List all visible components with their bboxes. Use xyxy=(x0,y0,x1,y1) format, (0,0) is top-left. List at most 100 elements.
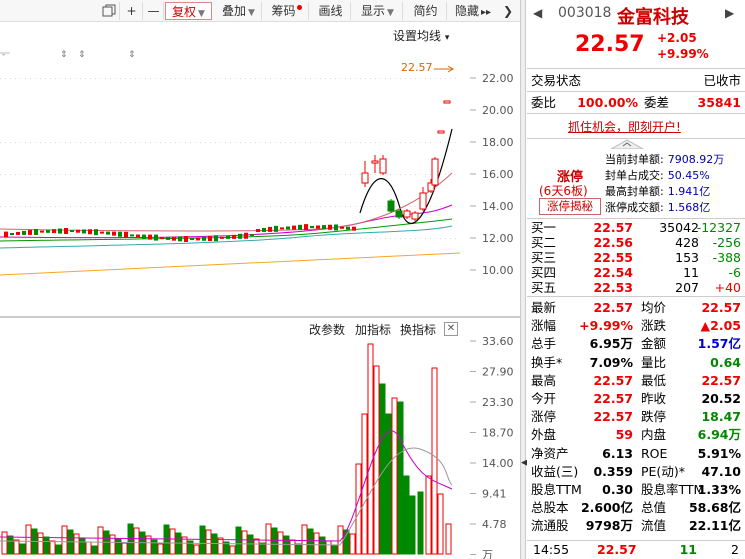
panel-toggle-button[interactable]: ❯ xyxy=(499,2,517,20)
fuquan-dropdown[interactable]: 复权 ▼ xyxy=(165,2,212,20)
y-tick-label: 14.00 xyxy=(482,457,514,470)
candle xyxy=(154,234,158,241)
y-tick-label: 14.00 xyxy=(482,200,514,213)
close-icon[interactable]: ✕ xyxy=(444,322,458,336)
stat-label: 跌停 xyxy=(641,409,667,425)
panel-splitter[interactable]: ◀ xyxy=(520,0,528,559)
volume-bar xyxy=(367,343,374,555)
yincang-button[interactable]: 隐藏 ▸▸ xyxy=(449,2,497,20)
orderbook-row[interactable]: 买四 22.54 11 -6 xyxy=(531,265,743,280)
recent-icon[interactable] xyxy=(98,2,120,20)
ma-settings-button[interactable]: 设置均线 ▾ xyxy=(393,27,449,44)
tick-row[interactable]: 14:55 22.57 11 2 xyxy=(531,541,743,559)
zoom-in-button[interactable]: + xyxy=(121,2,143,20)
orderbook-volume: 428 xyxy=(675,235,699,250)
y-tick-label: 9.41 xyxy=(482,488,507,501)
volume-bar xyxy=(259,542,266,555)
volume-bar xyxy=(61,525,68,555)
yincang-label: 隐藏 xyxy=(454,4,479,18)
add-indicator-button[interactable]: 加指标 xyxy=(355,321,391,338)
chevron-down-icon: ▼ xyxy=(198,9,205,19)
limit-turnover-value: 1.568亿 xyxy=(667,201,711,214)
stat-label: PE(动)* xyxy=(641,463,685,479)
seal-amount-label: 当前封单额: xyxy=(605,153,664,166)
candle xyxy=(160,237,164,240)
stat-value: 22.57 xyxy=(593,391,633,406)
candle xyxy=(22,230,26,235)
orderbook-row[interactable]: 买三 22.55 153 -388 xyxy=(531,250,743,265)
double-chevron-right-icon: ▸▸ xyxy=(480,7,492,18)
volume-bar xyxy=(205,529,212,555)
diejia-dropdown[interactable]: 叠加 ▼ xyxy=(216,2,262,20)
stat-label: 净资产 xyxy=(531,445,569,461)
price-marker: 22.57 xyxy=(401,61,433,74)
orderbook-volume: 153 xyxy=(675,250,699,265)
candle xyxy=(214,235,218,242)
change-params-button[interactable]: 改参数 xyxy=(309,321,345,338)
diejia-label: 叠加 xyxy=(222,4,247,18)
tick-volume: 11 xyxy=(679,542,697,557)
limit-up-reveal-button[interactable]: 涨停揭秘 xyxy=(539,198,601,215)
stats-row: 净资产 6.13 ROE 5.91% xyxy=(531,445,743,463)
orderbook-price: 22.55 xyxy=(593,250,633,265)
swap-indicator-button[interactable]: 换指标 xyxy=(400,321,436,338)
xianshi-dropdown[interactable]: 显示 ▼ xyxy=(353,2,403,20)
volume-bar xyxy=(229,545,236,555)
candle xyxy=(371,160,379,164)
stats-row: 最新 22.57 均价 22.57 xyxy=(531,299,743,317)
stat-value: 59 xyxy=(615,427,633,443)
candle xyxy=(142,234,146,239)
kline-chart[interactable]: - ⇕ ⇕ ⇕ 22.00 20.00 18.00 16.00 14.00 12.00 10… xyxy=(0,23,520,318)
stat-label: 最低 xyxy=(641,372,667,388)
huaxian-button[interactable]: 画线 xyxy=(311,2,351,20)
candle xyxy=(232,234,236,239)
date-tick-markers: - ⇕ ⇕ ⇕ xyxy=(2,50,136,60)
open-account-link[interactable]: 抓住机会，即刻开户! xyxy=(568,118,681,135)
prev-stock-icon[interactable]: ◀ xyxy=(533,6,542,20)
volume-bar xyxy=(133,527,140,555)
candle xyxy=(4,231,8,238)
chart-toolbar: + — 复权 ▼ 叠加 ▼ 筹码 画线 显示 ▼ 简约 隐藏 ▸▸ ❯ xyxy=(0,0,520,22)
volume-bar xyxy=(19,543,26,555)
next-stock-icon[interactable]: ▶ xyxy=(725,6,734,20)
stats-row: 最高 22.57 最低 22.57 xyxy=(531,372,743,390)
jianyue-button[interactable]: 简约 xyxy=(405,2,447,20)
candle xyxy=(118,231,122,237)
candle xyxy=(16,231,20,235)
max-seal-value: 1.941亿 xyxy=(667,185,711,198)
volume-bar xyxy=(7,535,14,555)
candle xyxy=(431,158,439,186)
orderbook-row[interactable]: 买五 22.53 207 +40 xyxy=(531,280,743,295)
stat-value: 7.09% xyxy=(589,354,633,370)
stat-label: 股息率TTM xyxy=(641,482,705,497)
volume-bar xyxy=(55,544,62,555)
volume-bar xyxy=(85,541,92,555)
candle xyxy=(352,226,356,231)
candle xyxy=(244,232,248,239)
candle xyxy=(64,228,68,235)
stat-label: 金额 xyxy=(641,336,667,352)
volume-bar xyxy=(157,543,164,555)
candle xyxy=(220,236,224,239)
stat-label: 今开 xyxy=(531,391,557,406)
candle xyxy=(76,229,80,233)
y-tick-label: 4.78 xyxy=(482,518,507,531)
stat-value: 6.95万 xyxy=(589,336,633,352)
candle xyxy=(172,236,176,241)
stat-value: 2.600亿 xyxy=(580,500,633,516)
orderbook-row[interactable]: 买二 22.56 428 -256 xyxy=(531,235,743,250)
volume-bar xyxy=(355,463,362,555)
seal-ratio-label: 封单占成交: xyxy=(605,169,664,182)
collapse-up-icon[interactable] xyxy=(607,138,647,150)
orderbook-row[interactable]: 买一 22.57 35042 -12327 xyxy=(531,220,743,235)
volume-chart[interactable]: 33.60 27.90 23.30 18.70 14.00 9.41 4.78 万 xyxy=(0,319,520,559)
stat-label: 最高 xyxy=(531,372,557,388)
stock-name: 金富科技 xyxy=(617,7,689,28)
volume-bar xyxy=(271,527,278,555)
stat-value: 22.57 xyxy=(701,372,741,388)
y-tick-label: 18.70 xyxy=(482,427,514,440)
stats-row: 流通股 9798万 流值 22.11亿 xyxy=(531,517,743,535)
zoom-out-button[interactable]: — xyxy=(144,2,164,20)
chouma-button[interactable]: 筹码 xyxy=(265,2,309,20)
y-tick-label: 16.00 xyxy=(482,168,514,181)
